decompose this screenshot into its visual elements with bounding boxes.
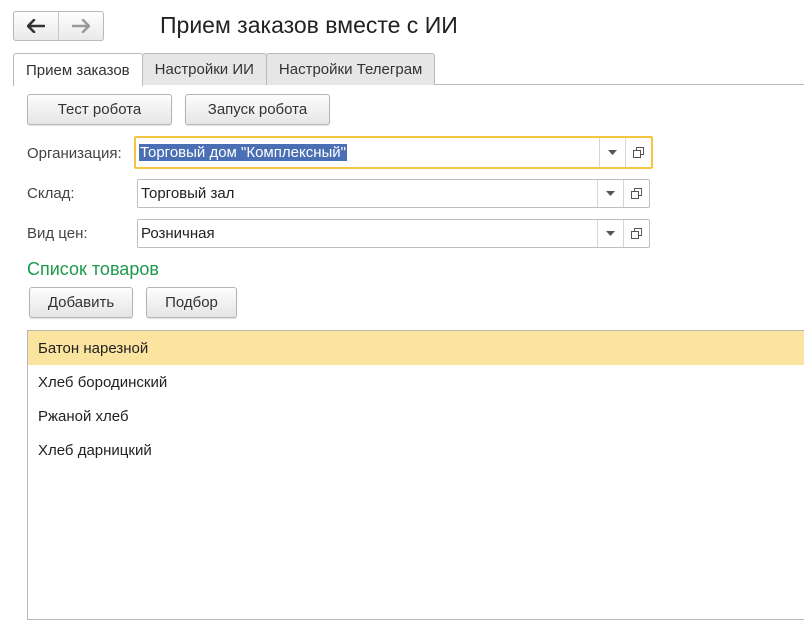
organization-open-button[interactable]	[625, 138, 651, 167]
open-window-icon	[631, 188, 642, 199]
arrow-right-icon	[72, 19, 90, 33]
back-button[interactable]	[14, 12, 58, 40]
chevron-down-icon	[608, 150, 617, 155]
test-robot-button[interactable]: Тест робота	[27, 94, 172, 125]
organization-label: Организация:	[27, 145, 122, 162]
products-section-title: Список товаров	[27, 259, 159, 279]
warehouse-open-button[interactable]	[623, 180, 649, 207]
price-type-dropdown-button[interactable]	[597, 220, 623, 247]
list-item[interactable]: Батон нарезной	[28, 331, 804, 365]
price-type-field[interactable]: Розничная	[137, 219, 650, 248]
price-type-value[interactable]: Розничная	[138, 220, 597, 247]
arrow-left-icon	[27, 19, 45, 33]
organization-value-box[interactable]: Торговый дом "Комплексный"	[136, 138, 599, 167]
list-item[interactable]: Ржаной хлеб	[28, 399, 804, 433]
warehouse-label: Склад:	[27, 185, 75, 202]
forward-button[interactable]	[58, 12, 103, 40]
price-type-open-button[interactable]	[623, 220, 649, 247]
list-item[interactable]: Хлеб дарницкий	[28, 433, 804, 467]
organization-field[interactable]: Торговый дом "Комплексный"	[134, 136, 653, 169]
tab-ai-settings[interactable]: Настройки ИИ	[141, 53, 267, 85]
chevron-down-icon	[606, 191, 615, 196]
warehouse-field[interactable]: Торговый зал	[137, 179, 650, 208]
warehouse-value[interactable]: Торговый зал	[138, 180, 597, 207]
tab-orders[interactable]: Прием заказов	[13, 53, 143, 86]
price-type-label: Вид цен:	[27, 225, 88, 242]
add-product-button[interactable]: Добавить	[29, 287, 133, 318]
page-title: Прием заказов вместе с ИИ	[160, 12, 458, 38]
open-window-icon	[633, 147, 644, 158]
organization-dropdown-button[interactable]	[599, 138, 625, 167]
tab-bar: Прием заказов Настройки ИИ Настройки Тел…	[13, 53, 436, 86]
list-item[interactable]: Хлеб бородинский	[28, 365, 804, 399]
product-list[interactable]: Батон нарезной Хлеб бородинский Ржаной х…	[27, 330, 804, 620]
warehouse-dropdown-button[interactable]	[597, 180, 623, 207]
open-window-icon	[631, 228, 642, 239]
organization-value: Торговый дом "Комплексный"	[139, 144, 347, 161]
nav-buttons	[13, 11, 104, 41]
start-robot-button[interactable]: Запуск робота	[185, 94, 330, 125]
tab-telegram-settings[interactable]: Настройки Телеграм	[265, 53, 436, 85]
pick-product-button[interactable]: Подбор	[146, 287, 237, 318]
chevron-down-icon	[606, 231, 615, 236]
